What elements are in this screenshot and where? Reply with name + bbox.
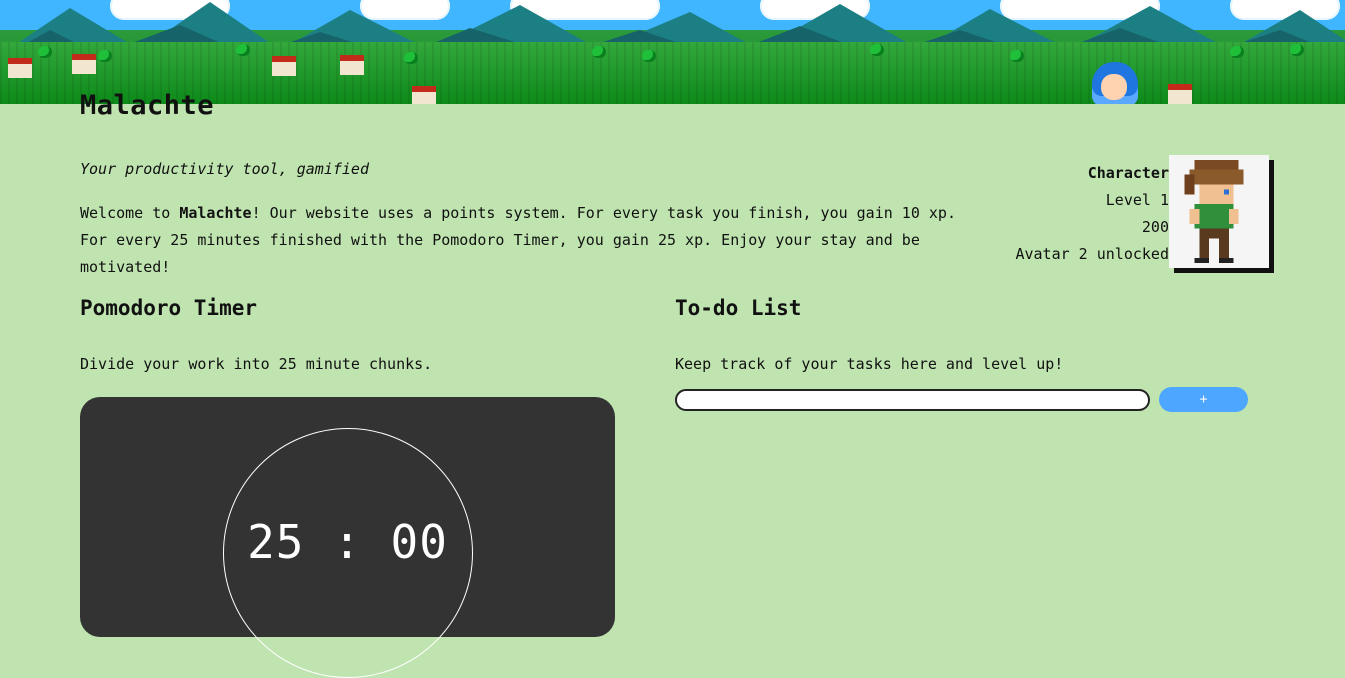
house-icon xyxy=(1168,84,1192,104)
character-face-icon xyxy=(1101,74,1127,100)
tree-icon xyxy=(1010,50,1024,62)
character-panel: Character Level 1 200 Avatar 2 unlocked xyxy=(1015,160,1169,268)
timer-display: 25 : 00 xyxy=(247,515,448,569)
character-xp: 200 xyxy=(1141,218,1169,236)
avatar xyxy=(1169,155,1269,268)
tree-icon xyxy=(236,44,250,56)
tree-icon xyxy=(1290,44,1304,56)
tree-icon xyxy=(38,46,52,58)
tree-icon xyxy=(870,44,884,56)
tree-icon xyxy=(642,50,656,62)
welcome-lead: Welcome to xyxy=(80,204,180,222)
todo-input[interactable] xyxy=(675,389,1150,411)
character-level: Level 1 xyxy=(1105,191,1169,209)
house-icon xyxy=(8,58,32,78)
pixel-hero-avatar-icon xyxy=(1184,159,1244,264)
header-banner xyxy=(0,0,1345,104)
tree-icon xyxy=(592,46,606,58)
welcome-brand: Malachte xyxy=(179,204,252,222)
pomodoro-heading: Pomodoro Timer xyxy=(80,296,258,320)
character-label: Character xyxy=(1087,164,1169,182)
tree-icon xyxy=(98,50,112,62)
house-icon xyxy=(412,86,436,104)
pomodoro-timer[interactable]: 25 : 00 xyxy=(80,397,615,678)
house-icon xyxy=(272,56,296,76)
house-icon xyxy=(72,54,96,74)
tagline: Your productivity tool, gamified xyxy=(80,160,369,178)
site-title: Malachte xyxy=(80,90,215,121)
todo-description: Keep track of your tasks here and level … xyxy=(675,355,1064,373)
tree-icon xyxy=(404,52,418,64)
add-task-button[interactable]: + xyxy=(1159,387,1248,412)
pomodoro-description: Divide your work into 25 minute chunks. xyxy=(80,355,433,373)
character-unlock-status: Avatar 2 unlocked xyxy=(1015,245,1169,263)
welcome-text: Welcome to Malachte! Our website uses a … xyxy=(80,200,980,281)
house-icon xyxy=(340,55,364,75)
todo-heading: To-do List xyxy=(675,296,802,320)
tree-icon xyxy=(1230,46,1244,58)
